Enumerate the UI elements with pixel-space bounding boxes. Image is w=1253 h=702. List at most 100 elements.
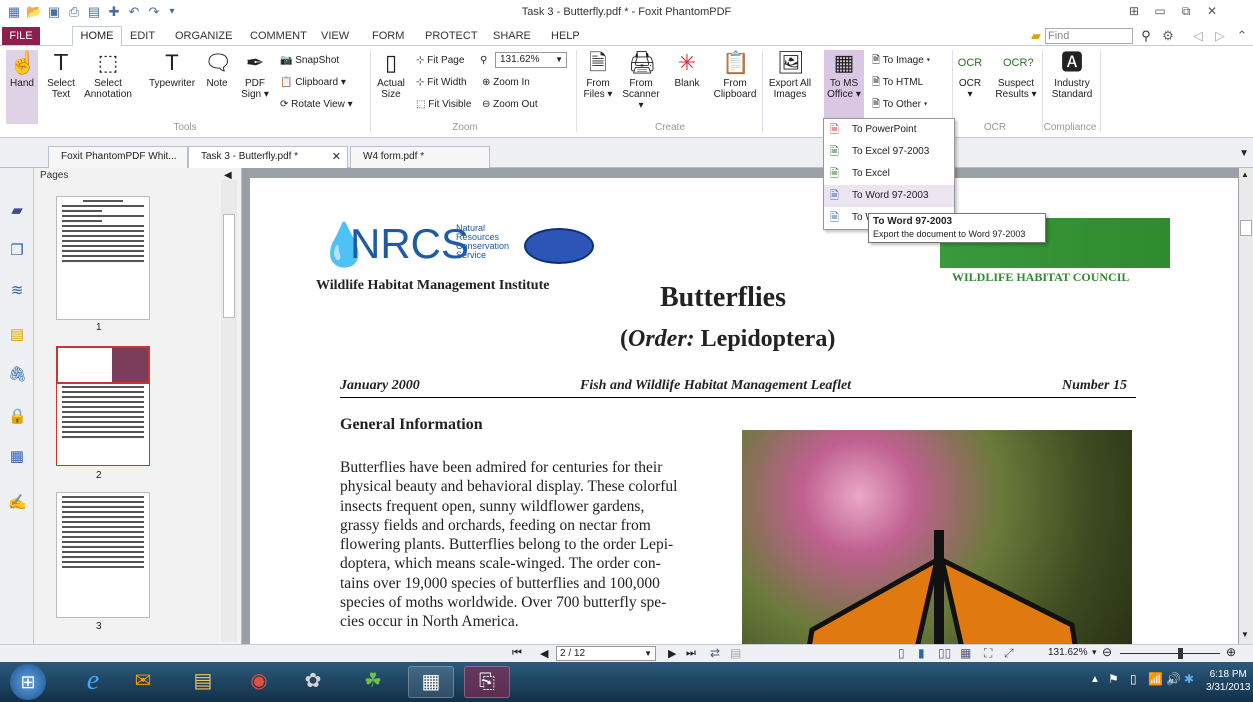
thumbnails-scrollbar[interactable] xyxy=(221,180,237,642)
back-icon[interactable]: ◁ xyxy=(1190,28,1206,44)
scroll-down-icon[interactable]: ▼ xyxy=(1241,630,1249,639)
search-icon[interactable]: ⚲ xyxy=(1138,28,1154,44)
zoom-out-button[interactable]: ⊖ Zoom Out xyxy=(482,98,538,112)
forward-icon[interactable]: ▷ xyxy=(1212,28,1228,44)
pages-icon[interactable]: ❐ xyxy=(8,242,26,260)
tab-edit[interactable]: EDIT xyxy=(130,30,155,42)
doc-tab-foxit-whitepaper[interactable]: Foxit PhantomPDF Whit... xyxy=(48,146,188,168)
from-scanner-button[interactable]: 🖨 From Scanner ▾ xyxy=(620,50,662,111)
tab-help[interactable]: HELP xyxy=(551,30,580,42)
facing-icon[interactable]: ▯▯ xyxy=(938,646,951,660)
tab-view[interactable]: VIEW xyxy=(321,30,349,42)
tab-form[interactable]: FORM xyxy=(372,30,404,42)
lock-icon[interactable]: 🔒 xyxy=(8,408,27,426)
page-thumbnail-2[interactable] xyxy=(56,346,150,466)
paint-icon[interactable]: ✿ xyxy=(290,666,336,698)
reflow-icon[interactable]: ⇄ xyxy=(710,646,720,660)
split-view-icon[interactable]: ▤ xyxy=(730,646,741,660)
from-clipboard-button[interactable]: 📋 From Clipboard xyxy=(712,50,758,100)
continuous-icon[interactable]: ▮ xyxy=(918,646,925,660)
battery-icon[interactable]: ▯ xyxy=(1130,672,1137,686)
to-html-button[interactable]: 🗎 To HTML xyxy=(872,76,923,90)
pdf-page[interactable]: 💧 NRCS Natural Resources Conservation Se… xyxy=(250,178,1238,648)
rotate-view-button[interactable]: ⟳ Rotate View ▾ xyxy=(280,98,353,112)
next-page-icon[interactable]: ▶ xyxy=(668,647,676,660)
scroll-up-icon[interactable]: ▲ xyxy=(1241,170,1249,179)
signature-icon[interactable]: ✍ xyxy=(8,494,27,512)
select-text-button[interactable]: Ｔ Select Text xyxy=(42,50,80,100)
menu-item-to-word-97-2003[interactable]: 🗎 To Word 97-2003 xyxy=(824,185,954,207)
zoom-slider[interactable] xyxy=(1120,653,1220,654)
pdf-sign-button[interactable]: ✒ PDF Sign ▾ xyxy=(238,50,272,100)
form-icon[interactable]: ▦ xyxy=(8,448,26,466)
document-scrollbar[interactable]: ▲ ▼ xyxy=(1239,168,1253,644)
first-page-icon[interactable]: ⏮ xyxy=(512,647,522,660)
snapshot-button[interactable]: 📷 SnapShot xyxy=(280,54,339,68)
single-page-icon[interactable]: ▯ xyxy=(898,646,905,660)
tab-share[interactable]: SHARE xyxy=(493,30,531,42)
show-hidden-icons[interactable]: ▲ xyxy=(1090,674,1100,685)
fit-page-status-icon[interactable]: ⛶ xyxy=(984,646,992,661)
suspect-results-button[interactable]: OCR? Suspect Results ▾ xyxy=(992,50,1040,100)
clipboard-button[interactable]: 📋 Clipboard ▾ xyxy=(280,76,346,90)
actual-size-button[interactable]: ▯ Actual Size xyxy=(374,50,408,100)
menu-item-to-excel-97-2003[interactable]: 🗎 To Excel 97-2003 xyxy=(824,141,954,163)
attachment-icon[interactable]: 🖇 xyxy=(8,366,27,384)
tab-comment[interactable]: COMMENT xyxy=(250,30,307,42)
layers-icon[interactable]: ≋ xyxy=(8,282,26,300)
chrome-icon[interactable]: ◉ xyxy=(236,666,282,698)
tab-home[interactable]: HOME xyxy=(72,26,122,47)
network-app-icon[interactable]: ☘ xyxy=(350,666,396,698)
zoom-slider-handle[interactable] xyxy=(1178,648,1183,659)
find-input[interactable]: Find xyxy=(1045,28,1133,44)
flag-icon[interactable]: ⚑ xyxy=(1108,672,1119,686)
minimize-button[interactable]: ▭ xyxy=(1150,4,1170,20)
scroll-thumb[interactable] xyxy=(223,214,235,318)
zoom-select[interactable]: 131.62% ▼ xyxy=(495,52,567,68)
industry-standard-button[interactable]: 🅰 Industry Standard xyxy=(1046,50,1098,100)
start-button-icon[interactable]: ⊞ xyxy=(10,664,46,700)
select-annotation-button[interactable]: ⬚ Select Annotation xyxy=(82,50,134,100)
tab-organize[interactable]: ORGANIZE xyxy=(175,30,232,42)
last-page-icon[interactable]: ⏭ xyxy=(686,647,696,660)
menu-item-to-powerpoint[interactable]: 🗎 To PowerPoint xyxy=(824,119,954,141)
typewriter-button[interactable]: T Typewriter xyxy=(146,50,198,89)
page-thumbnail-1[interactable] xyxy=(56,196,150,320)
fit-visible-button[interactable]: ⬚ Fit Visible xyxy=(416,98,471,112)
menu-item-to-excel[interactable]: 🗎 To Excel xyxy=(824,163,954,185)
internet-explorer-icon[interactable]: e xyxy=(70,666,116,698)
settings-icon[interactable]: ⚙ xyxy=(1160,28,1176,44)
volume-icon[interactable]: 🔊 xyxy=(1166,672,1181,686)
outlook-icon[interactable]: ✉ xyxy=(120,666,166,698)
continuous-facing-icon[interactable]: ▦ xyxy=(960,646,971,660)
zoom-in-status-icon[interactable]: ⊕ xyxy=(1226,645,1236,659)
zoom-dropdown-icon[interactable]: ▾ xyxy=(1092,647,1097,658)
system-clock[interactable]: 6:18 PM 3/31/2013 xyxy=(1206,668,1251,694)
tab-list-icon[interactable]: ▼ xyxy=(1239,148,1249,159)
fit-width-button[interactable]: ⊹ Fit Width xyxy=(416,76,467,90)
control-panel-icon[interactable]: ▦ xyxy=(408,666,454,698)
fit-width-status-icon[interactable]: ⤢ xyxy=(1004,646,1014,661)
to-ms-office-button[interactable]: ▦ To MS Office ▾ xyxy=(824,50,864,124)
comments-icon[interactable]: ▤ xyxy=(8,326,26,344)
blank-button[interactable]: ✳ Blank xyxy=(670,50,704,89)
tab-protect[interactable]: PROTECT xyxy=(425,30,478,42)
find-folder-icon[interactable]: ▰ xyxy=(1028,28,1044,44)
note-button[interactable]: 🗨 Note xyxy=(202,50,232,89)
doc-tab-w4[interactable]: W4 form.pdf * xyxy=(350,146,490,168)
close-button[interactable]: ✕ xyxy=(1202,4,1222,20)
page-thumbnail-3[interactable] xyxy=(56,492,150,618)
doc-scroll-thumb[interactable] xyxy=(1240,220,1252,236)
foxit-pdf-icon[interactable]: ⎘ xyxy=(464,666,510,698)
ocr-button[interactable]: OCR OCR ▾ xyxy=(956,50,984,100)
from-files-button[interactable]: 🗎 From Files ▾ xyxy=(580,50,616,100)
to-image-button[interactable]: 🗎 To Image ▾ xyxy=(872,54,930,68)
page-number-input[interactable]: 2 / 12 ▼ xyxy=(556,646,656,661)
zoom-out-status-icon[interactable]: ⊖ xyxy=(1102,645,1112,659)
signal-icon[interactable]: 📶 xyxy=(1148,672,1163,686)
restore-button[interactable]: ⧉ xyxy=(1176,4,1196,20)
ribbon-display-icon[interactable]: ⊞ xyxy=(1124,4,1144,20)
hand-button[interactable]: ☝ Hand xyxy=(6,50,38,124)
doc-tab-butterfly[interactable]: Task 3 - Butterfly.pdf * ✕ xyxy=(188,146,348,169)
close-tab-icon[interactable]: ✕ xyxy=(332,147,341,167)
